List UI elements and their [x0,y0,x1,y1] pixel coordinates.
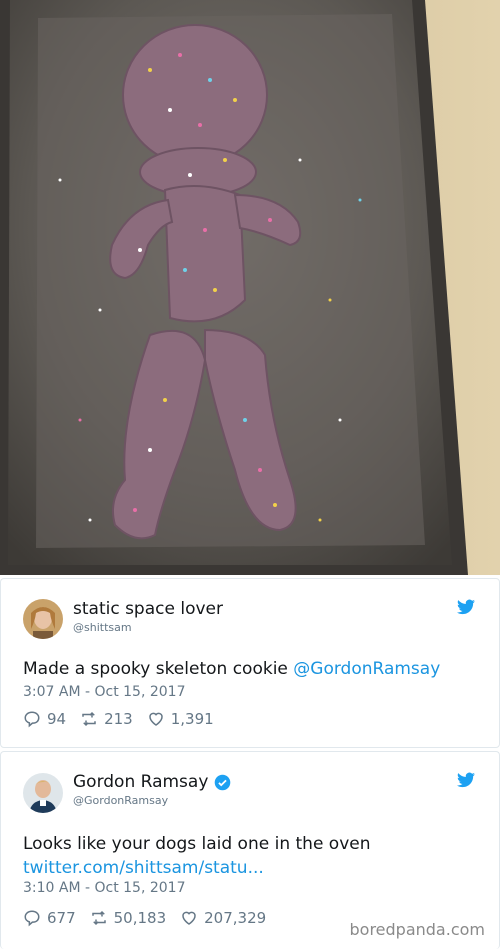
reply-icon [24,711,40,728]
user-handle[interactable]: @GordonRamsay [73,794,168,807]
tweet-text: Looks like your dogs laid one in the ove… [23,832,483,880]
watermark: boredpanda.com [349,920,486,939]
tweet-text: Made a spooky skeleton cookie @GordonRam… [23,657,483,681]
reply-count: 94 [47,710,67,728]
avatar-image [23,599,63,639]
tweet-actions: 94 213 1,391 [23,710,228,728]
tweet-text-body: Made a spooky skeleton cookie [23,659,294,679]
reply-count: 677 [47,909,76,927]
retweet-icon [91,910,106,926]
twitter-bird-icon[interactable] [457,599,475,615]
mention-link[interactable]: @GordonRamsay [293,659,440,679]
heart-icon [182,911,196,925]
retweet-count: 213 [104,710,133,728]
display-name[interactable]: Gordon Ramsay [73,772,208,792]
avatar-image [23,773,63,813]
tweet-card-gordonramsay: Gordon Ramsay @GordonRamsay Looks like y… [0,751,500,949]
twitter-bird-icon[interactable] [457,772,475,788]
like-count: 207,329 [204,909,267,927]
retweet-count: 50,183 [113,909,167,927]
retweet-icon [82,711,96,727]
cookie-photo-image [0,0,500,575]
tweet-timestamp[interactable]: 3:10 AM - Oct 15, 2017 [23,880,186,896]
tweet-text-body: Looks like your dogs laid one in the ove… [23,834,371,854]
user-handle[interactable]: @shittsam [73,621,132,634]
reply-button[interactable]: 677 [23,909,76,927]
tweet-link[interactable]: twitter.com/shittsam/statu... [23,856,483,880]
heart-icon [148,712,163,726]
tweet-timestamp[interactable]: 3:07 AM - Oct 15, 2017 [23,684,186,700]
like-button[interactable]: 1,391 [147,710,214,728]
avatar[interactable] [23,599,63,639]
reply-button[interactable]: 94 [23,710,66,728]
like-count: 1,391 [170,710,214,728]
like-button[interactable]: 207,329 [180,909,266,927]
reply-icon [24,910,40,927]
cookie-photo [0,0,500,575]
tweet-actions: 677 50,183 207,329 [23,909,280,927]
verified-badge-icon [214,774,231,791]
retweet-button[interactable]: 50,183 [90,909,167,927]
avatar[interactable] [23,773,63,813]
display-name[interactable]: static space lover [73,599,223,619]
retweet-button[interactable]: 213 [80,710,133,728]
tweet-card-shittsam: static space lover @shittsam Made a spoo… [0,578,500,748]
